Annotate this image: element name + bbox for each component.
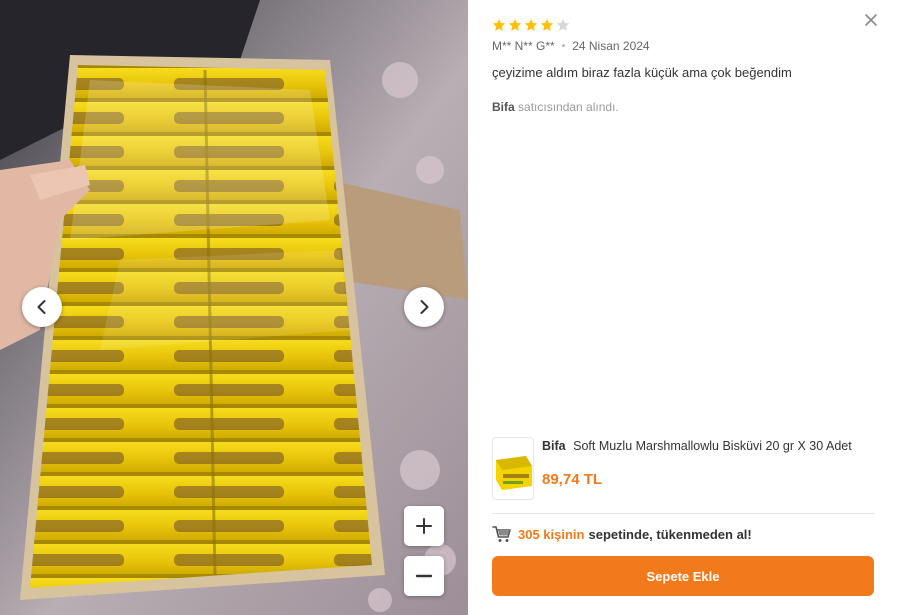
product-price: 89,74 TL	[542, 471, 603, 488]
seller-name: Bifa	[492, 100, 515, 114]
chevron-right-icon	[420, 300, 429, 314]
review-meta: M** N** G** • 24 Nisan 2024	[492, 39, 875, 53]
star-rating	[492, 16, 875, 34]
review-date: 24 Nisan 2024	[572, 39, 650, 53]
divider	[492, 513, 875, 514]
cart-icon	[492, 526, 511, 542]
basket-count: 305 kişinin	[518, 526, 585, 542]
star-icon	[556, 18, 570, 31]
review-image-modal: M** N** G** • 24 Nisan 2024 çeyizime ald…	[0, 0, 899, 615]
review-text: çeyizime aldım biraz fazla küçük ama çok…	[492, 65, 792, 80]
review-details-panel: M** N** G** • 24 Nisan 2024 çeyizime ald…	[468, 0, 899, 615]
zoom-in-button[interactable]	[404, 506, 444, 546]
product-card[interactable]: Bifa Soft Muzlu Marshmallowlu Bisküvi 20…	[492, 437, 875, 500]
meta-separator: •	[561, 40, 566, 52]
close-icon[interactable]	[863, 12, 879, 28]
next-image-button[interactable]	[404, 287, 444, 327]
zoom-out-button[interactable]	[404, 556, 444, 596]
basket-message: sepetinde, tükenmeden al!	[588, 526, 752, 542]
product-brand: Bifa	[542, 439, 566, 453]
add-to-basket-button[interactable]: Sepete Ekle	[492, 556, 874, 596]
star-icon	[508, 18, 522, 31]
product-name: Soft Muzlu Marshmallowlu Bisküvi 20 gr X…	[573, 439, 852, 453]
minus-icon	[415, 574, 433, 578]
product-title[interactable]: Bifa Soft Muzlu Marshmallowlu Bisküvi 20…	[542, 437, 875, 455]
star-icon	[492, 18, 506, 31]
seller-suffix: satıcısından alındı.	[518, 100, 619, 114]
seller-info: Bifa satıcısından alındı.	[492, 100, 875, 114]
plus-icon	[416, 518, 432, 534]
product-info: Bifa Soft Muzlu Marshmallowlu Bisküvi 20…	[542, 437, 875, 500]
basket-info: 305 kişinin sepetinde, tükenmeden al!	[492, 524, 752, 544]
product-thumbnail[interactable]	[492, 437, 534, 500]
chevron-left-icon	[37, 300, 46, 314]
product-image	[493, 438, 533, 499]
review-author: M** N** G**	[492, 39, 555, 53]
review-photo	[0, 0, 468, 615]
previous-image-button[interactable]	[22, 287, 62, 327]
star-icon	[524, 18, 538, 31]
review-photo-viewer	[0, 0, 468, 615]
star-icon	[540, 18, 554, 31]
